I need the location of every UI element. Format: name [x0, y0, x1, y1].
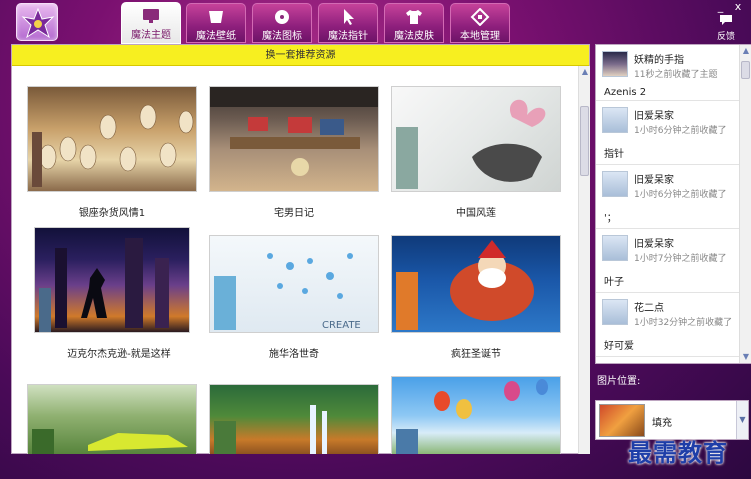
- tab-magic-icons[interactable]: 魔法图标: [252, 3, 312, 43]
- activity-entry[interactable]: 旧爱呆家 1小时6分钟之前收藏了 指针: [596, 101, 739, 165]
- icons-icon: [275, 10, 289, 24]
- scroll-thumb[interactable]: [580, 106, 589, 176]
- svg-text:CREATE: CREATE: [322, 320, 361, 331]
- activity-time: 1小时7分钟之前收藏了: [634, 254, 727, 264]
- activity-entry[interactable]: 妖精的手指 11秒之前收藏了主题 Azenis 2: [596, 45, 739, 101]
- image-position-value: 填充: [652, 418, 672, 429]
- tab-label: 魔法图标: [262, 31, 302, 42]
- theme-thumbnail[interactable]: [27, 384, 197, 454]
- monitor-icon: [143, 9, 159, 23]
- tab-label: 魔法指针: [328, 31, 368, 42]
- theme-card[interactable]: [391, 376, 561, 454]
- theme-name: 中国风莲: [456, 208, 496, 219]
- user-name[interactable]: 旧爱呆家: [634, 235, 674, 250]
- theme-name: 疯狂圣诞节: [451, 349, 501, 360]
- window-controls: _ x: [714, 0, 746, 13]
- wallpaper-icon: [209, 11, 223, 23]
- activity-item[interactable]: 叶子: [604, 273, 624, 288]
- chat-icon: [720, 15, 732, 25]
- activity-time: 11秒之前收藏了主题: [634, 70, 718, 80]
- activity-panel: 妖精的手指 11秒之前收藏了主题 Azenis 2 旧爱呆家 1小时6分钟之前收…: [595, 44, 751, 364]
- tab-magic-skin[interactable]: 魔法皮肤: [384, 3, 444, 43]
- theme-card[interactable]: [27, 384, 197, 454]
- top-bar: 魔法主题 魔法壁纸 魔法图标 魔法指针 魔法皮肤 本地管理 _ x 反馈: [0, 0, 751, 44]
- feedback-button[interactable]: 反馈: [715, 14, 737, 42]
- tab-magic-theme[interactable]: 魔法主题: [121, 2, 181, 44]
- feedback-label: 反馈: [716, 32, 735, 42]
- cursor-icon: [344, 9, 354, 25]
- avatar: [602, 107, 628, 133]
- gallery-scrollbar[interactable]: ▲: [578, 66, 590, 454]
- theme-name: 迈克尔杰克逊-就是这样: [67, 349, 171, 360]
- theme-card[interactable]: 银座杂货风情1: [27, 86, 197, 219]
- activity-item[interactable]: 好可爱: [604, 337, 634, 352]
- theme-thumbnail[interactable]: [34, 227, 190, 333]
- refresh-recommend-banner[interactable]: 换一套推荐资源: [12, 45, 589, 66]
- theme-card[interactable]: [209, 384, 379, 454]
- user-name[interactable]: 妖精的手指: [634, 51, 684, 66]
- theme-thumbnail[interactable]: [27, 86, 197, 192]
- theme-gallery-panel: 换一套推荐资源 银座杂货风情1 宅男日记 中国风莲 迈克尔杰克逊-就是这样 CR…: [11, 44, 590, 454]
- close-button[interactable]: x: [731, 0, 745, 13]
- watermark: 最需教育: [628, 438, 728, 467]
- tab-label: 魔法皮肤: [394, 31, 434, 42]
- theme-name: 施华洛世奇: [269, 349, 319, 360]
- activity-entry[interactable]: 旧爱呆家 1小时6分钟之前收藏了 '；: [596, 165, 739, 229]
- chevron-down-icon[interactable]: ▼: [736, 401, 748, 439]
- tab-magic-wallpaper[interactable]: 魔法壁纸: [186, 3, 246, 43]
- activity-time: 1小时6分钟之前收藏了: [634, 190, 727, 200]
- theme-thumbnail[interactable]: [209, 86, 379, 192]
- theme-card[interactable]: CREATE 施华洛世奇: [209, 235, 379, 360]
- activity-item[interactable]: '；: [604, 209, 617, 224]
- user-name[interactable]: 旧爱呆家: [634, 107, 674, 122]
- tab-magic-cursor[interactable]: 魔法指针: [318, 3, 378, 43]
- app-window: 魔法主题 魔法壁纸 魔法图标 魔法指针 魔法皮肤 本地管理 _ x 反馈 换一套…: [0, 0, 751, 479]
- scroll-down-icon[interactable]: ▼: [740, 351, 751, 363]
- tab-local-manage[interactable]: 本地管理: [450, 3, 510, 43]
- avatar: [602, 51, 628, 77]
- activity-scrollbar[interactable]: ▲ ▼: [739, 45, 751, 363]
- activity-item[interactable]: 指针: [604, 145, 624, 160]
- tab-label: 本地管理: [460, 31, 500, 42]
- theme-name: 银座杂货风情1: [78, 208, 146, 219]
- tab-label: 魔法壁纸: [196, 31, 236, 42]
- scroll-up-icon[interactable]: ▲: [740, 45, 751, 57]
- theme-name: 宅男日记: [274, 208, 314, 219]
- theme-thumbnail[interactable]: [391, 235, 561, 333]
- theme-card[interactable]: 中国风莲: [391, 86, 561, 219]
- user-name[interactable]: 花二点: [634, 299, 664, 314]
- avatar: [602, 235, 628, 261]
- activity-time: 1小时6分钟之前收藏了: [634, 126, 727, 136]
- shirt-icon: [406, 10, 422, 24]
- activity-entry[interactable]: 旧爱呆家 1小时7分钟之前收藏了 叶子: [596, 229, 739, 293]
- theme-thumbnail[interactable]: [391, 376, 561, 454]
- avatar: [602, 299, 628, 325]
- theme-thumbnail[interactable]: [391, 86, 561, 192]
- user-name[interactable]: 旧爱呆家: [634, 171, 674, 186]
- theme-card[interactable]: 疯狂圣诞节: [391, 235, 561, 360]
- activity-entry[interactable]: 花二点 1小时32分钟之前收藏了 好可爱: [596, 293, 739, 357]
- tab-label: 魔法主题: [131, 30, 171, 41]
- scroll-up-icon[interactable]: ▲: [579, 66, 591, 78]
- manage-icon: [470, 8, 490, 26]
- activity-time: 1小时32分钟之前收藏了: [634, 318, 733, 328]
- scroll-thumb[interactable]: [741, 61, 750, 79]
- theme-grid: 银座杂货风情1 宅男日记 中国风莲 迈克尔杰克逊-就是这样 CREATE 施华洛…: [12, 66, 578, 454]
- theme-thumbnail[interactable]: [209, 384, 379, 454]
- avatar: [602, 171, 628, 197]
- activity-item[interactable]: Azenis 2: [604, 87, 646, 98]
- theme-card[interactable]: 迈克尔杰克逊-就是这样: [34, 227, 204, 360]
- minimize-button[interactable]: _: [714, 0, 728, 13]
- theme-card[interactable]: 宅男日记: [209, 86, 379, 219]
- image-position-label: 图片位置:: [597, 376, 641, 387]
- app-logo[interactable]: [16, 3, 58, 41]
- activity-list: 妖精的手指 11秒之前收藏了主题 Azenis 2 旧爱呆家 1小时6分钟之前收…: [596, 45, 739, 363]
- theme-thumbnail[interactable]: CREATE: [209, 235, 379, 333]
